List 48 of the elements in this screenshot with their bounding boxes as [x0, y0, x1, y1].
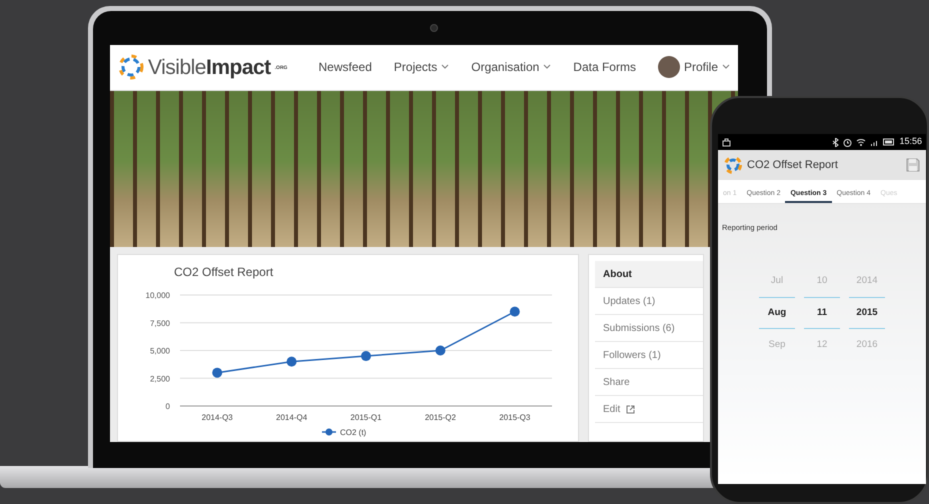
y-tick-label: 2,500 [150, 374, 170, 384]
alarm-icon [843, 138, 852, 146]
legend-icon [322, 428, 336, 436]
logo-icon [118, 54, 144, 80]
data-point [286, 356, 297, 367]
picker-option[interactable]: 11 [804, 297, 840, 330]
x-tick-label: 2015-Q1 [350, 413, 382, 422]
y-tick-label: 10,000 [146, 291, 170, 300]
picker-option[interactable]: 2015 [849, 297, 885, 330]
y-tick-label: 7,500 [150, 318, 170, 328]
logo-icon [724, 156, 742, 174]
legend-label: CO2 (t) [340, 428, 366, 437]
chart-title: CO2 Offset Report [174, 264, 274, 281]
data-point [510, 306, 520, 317]
nav-link[interactable]: Organisation [471, 58, 552, 76]
save-icon[interactable] [906, 158, 920, 172]
side-nav-item[interactable]: Submissions (6) [595, 315, 703, 342]
battery-icon [883, 138, 896, 146]
nav-link[interactable]: Data Forms [573, 58, 636, 76]
logo-text: VisibleImpact [148, 56, 271, 78]
side-nav-item[interactable]: Edit [595, 396, 703, 423]
side-nav-item[interactable]: Updates (1) [595, 288, 703, 315]
x-tick-label: 2014-Q4 [276, 413, 308, 422]
avatar-icon [658, 56, 680, 78]
caret-icon [441, 64, 450, 70]
app-title: CO2 Offset Report [747, 158, 838, 173]
notification-icon [722, 138, 731, 146]
x-tick-label: 2014-Q3 [202, 413, 233, 422]
bluetooth-icon [832, 138, 840, 146]
nav-link[interactable]: Projects [394, 58, 450, 76]
side-nav-item[interactable]: Share [595, 369, 703, 396]
picker-option[interactable]: Aug [759, 297, 795, 330]
data-point [435, 346, 446, 356]
nav-link[interactable]: Newsfeed [318, 58, 372, 76]
caret-icon [543, 64, 552, 70]
nav-link[interactable]: Profile [658, 56, 730, 78]
status-time: 15:56 [899, 135, 922, 148]
x-tick-label: 2015-Q3 [499, 413, 530, 422]
side-nav-item[interactable]: About [595, 261, 703, 288]
y-tick-label: 0 [166, 402, 170, 411]
x-tick-label: 2015-Q2 [424, 413, 456, 422]
wifi-icon [856, 138, 866, 146]
data-point [361, 351, 371, 362]
side-nav-item[interactable]: Followers (1) [595, 342, 703, 369]
camera-icon [430, 24, 438, 32]
y-tick-label: 5,000 [150, 346, 170, 356]
data-point [212, 368, 222, 378]
caret-icon [722, 64, 730, 70]
